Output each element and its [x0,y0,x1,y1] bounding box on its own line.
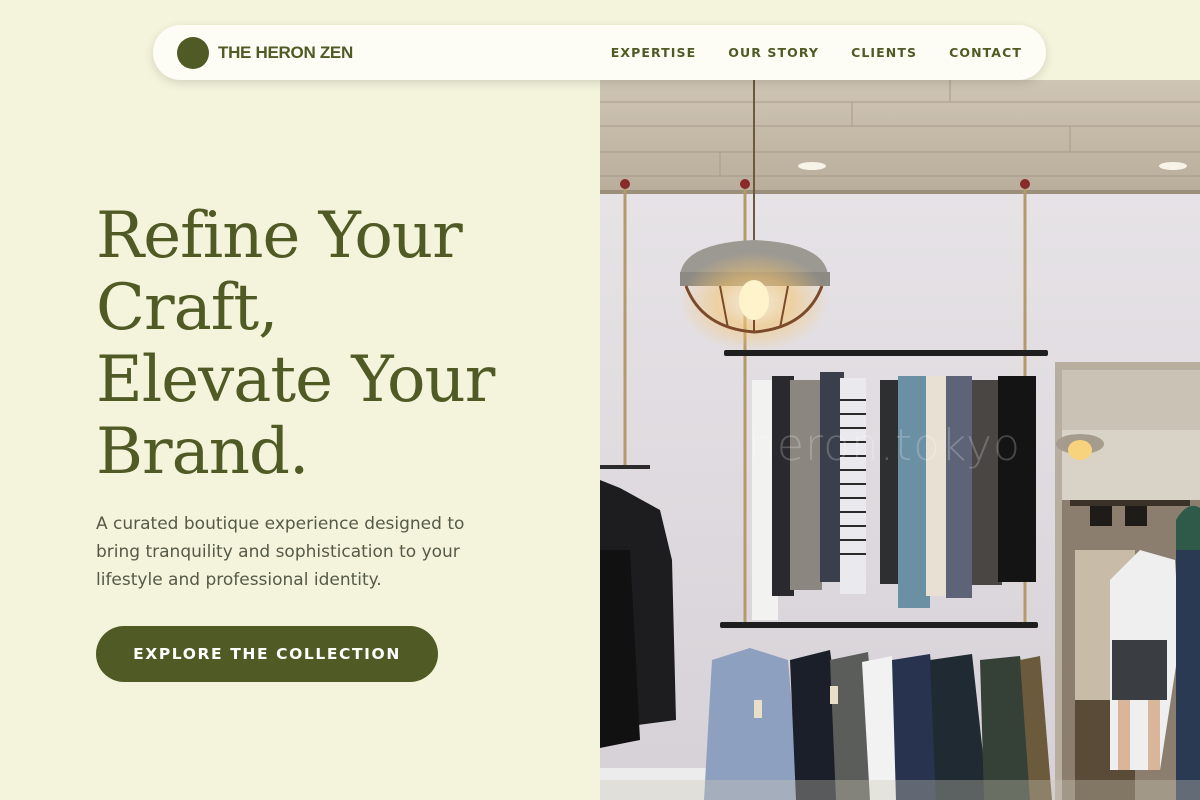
hero-title-line: Craft, [96,271,278,345]
hero-subtitle: A curated boutique experience designed t… [96,514,465,590]
image-watermark: heron.tokyo [748,420,1021,471]
nav-link-contact[interactable]: CONTACT [949,45,1022,60]
hero-title: Refine Your Craft, Elevate Your Brand. [96,200,566,488]
brand-logo-icon [177,36,209,69]
brand-logo-link[interactable]: THE HERON ZEN [177,36,353,69]
hero-title-line: Elevate Your [96,343,495,417]
top-navigation: THE HERON ZEN EXPERTISE OUR STORY CLIENT… [153,25,1046,80]
nav-link-clients[interactable]: CLIENTS [851,45,917,60]
brand-name: THE HERON ZEN [218,42,353,62]
nav-links: EXPERTISE OUR STORY CLIENTS CONTACT [611,45,1022,60]
explore-collection-button[interactable]: EXPLORE THE COLLECTION [96,626,438,682]
nav-link-expertise[interactable]: EXPERTISE [611,45,697,60]
nav-link-our-story[interactable]: OUR STORY [728,45,819,60]
hero-title-line: Brand. [96,415,309,489]
hero-title-line: Refine Your [96,199,463,273]
